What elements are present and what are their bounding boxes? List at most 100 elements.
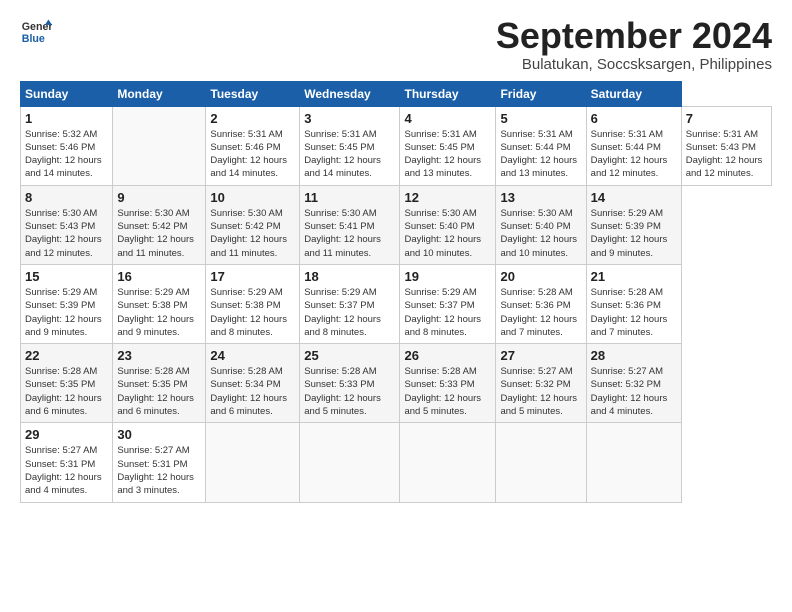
day-info: Sunrise: 5:29 AMSunset: 5:37 PMDaylight:…: [304, 286, 395, 339]
day-cell: 29 Sunrise: 5:27 AMSunset: 5:31 PMDayligh…: [21, 423, 113, 502]
day-number: 30: [117, 427, 201, 442]
day-info: Sunrise: 5:27 AMSunset: 5:32 PMDaylight:…: [500, 365, 581, 418]
day-info: Sunrise: 5:31 AMSunset: 5:45 PMDaylight:…: [304, 128, 395, 181]
day-info: Sunrise: 5:29 AMSunset: 5:39 PMDaylight:…: [591, 207, 677, 260]
day-cell: 26 Sunrise: 5:28 AMSunset: 5:33 PMDayligh…: [400, 344, 496, 423]
day-cell: 19Sunrise: 5:29 AMSunset: 5:37 PMDayligh…: [400, 264, 496, 343]
day-number: 12: [404, 190, 491, 205]
day-info: Sunrise: 5:32 AMSunset: 5:46 PMDaylight:…: [25, 128, 108, 181]
day-info: Sunrise: 5:29 AMSunset: 5:37 PMDaylight:…: [404, 286, 491, 339]
day-cell: 23 Sunrise: 5:28 AMSunset: 5:35 PMDayligh…: [113, 344, 206, 423]
day-info: Sunrise: 5:31 AMSunset: 5:44 PMDaylight:…: [591, 128, 677, 181]
header-thursday: Thursday: [400, 81, 496, 106]
day-info: Sunrise: 5:29 AMSunset: 5:39 PMDaylight:…: [25, 286, 108, 339]
day-cell: 11 Sunrise: 5:30 AMSunset: 5:41 PMDayligh…: [300, 185, 400, 264]
day-info: Sunrise: 5:28 AMSunset: 5:35 PMDaylight:…: [117, 365, 201, 418]
day-cell: 22Sunrise: 5:28 AMSunset: 5:35 PMDayligh…: [21, 344, 113, 423]
day-number: 24: [210, 348, 295, 363]
week-row-5: 29 Sunrise: 5:27 AMSunset: 5:31 PMDayligh…: [21, 423, 772, 502]
day-info: Sunrise: 5:30 AMSunset: 5:42 PMDaylight:…: [117, 207, 201, 260]
day-number: 6: [591, 111, 677, 126]
day-number: 7: [686, 111, 767, 126]
day-info: Sunrise: 5:30 AMSunset: 5:41 PMDaylight:…: [304, 207, 395, 260]
day-cell: [206, 423, 300, 502]
day-cell: 28Sunrise: 5:27 AMSunset: 5:32 PMDayligh…: [586, 344, 681, 423]
day-number: 15: [25, 269, 108, 284]
day-number: 27: [500, 348, 581, 363]
logo-icon: General Blue: [20, 16, 52, 48]
day-info: Sunrise: 5:31 AMSunset: 5:45 PMDaylight:…: [404, 128, 491, 181]
day-number: 4: [404, 111, 491, 126]
week-row-3: 15 Sunrise: 5:29 AMSunset: 5:39 PMDayligh…: [21, 264, 772, 343]
header-friday: Friday: [496, 81, 586, 106]
day-cell: 6 Sunrise: 5:31 AMSunset: 5:44 PMDaylight…: [586, 106, 681, 185]
day-info: Sunrise: 5:30 AMSunset: 5:40 PMDaylight:…: [404, 207, 491, 260]
header-tuesday: Tuesday: [206, 81, 300, 106]
day-cell: 7 Sunrise: 5:31 AMSunset: 5:43 PMDaylight…: [681, 106, 771, 185]
day-info: Sunrise: 5:30 AMSunset: 5:42 PMDaylight:…: [210, 207, 295, 260]
location-title: Bulatukan, Soccsksargen, Philippines: [496, 56, 772, 73]
day-number: 21: [591, 269, 677, 284]
day-cell: 27 Sunrise: 5:27 AMSunset: 5:32 PMDayligh…: [496, 344, 586, 423]
day-cell: [113, 106, 206, 185]
day-number: 11: [304, 190, 395, 205]
day-info: Sunrise: 5:31 AMSunset: 5:44 PMDaylight:…: [500, 128, 581, 181]
month-title: September 2024: [496, 16, 772, 56]
day-info: Sunrise: 5:30 AMSunset: 5:40 PMDaylight:…: [500, 207, 581, 260]
day-info: Sunrise: 5:28 AMSunset: 5:36 PMDaylight:…: [591, 286, 677, 339]
day-info: Sunrise: 5:28 AMSunset: 5:33 PMDaylight:…: [404, 365, 491, 418]
day-cell: 9 Sunrise: 5:30 AMSunset: 5:42 PMDaylight…: [113, 185, 206, 264]
day-cell: [400, 423, 496, 502]
day-cell: 12 Sunrise: 5:30 AMSunset: 5:40 PMDayligh…: [400, 185, 496, 264]
day-number: 5: [500, 111, 581, 126]
weekday-header-row: Sunday Monday Tuesday Wednesday Thursday…: [21, 81, 772, 106]
day-number: 17: [210, 269, 295, 284]
day-cell: [496, 423, 586, 502]
day-cell: 2 Sunrise: 5:31 AMSunset: 5:46 PMDaylight…: [206, 106, 300, 185]
day-number: 26: [404, 348, 491, 363]
header-monday: Monday: [113, 81, 206, 106]
day-cell: 14 Sunrise: 5:29 AMSunset: 5:39 PMDayligh…: [586, 185, 681, 264]
week-row-1: 1 Sunrise: 5:32 AMSunset: 5:46 PMDaylight…: [21, 106, 772, 185]
day-number: 18: [304, 269, 395, 284]
day-number: 14: [591, 190, 677, 205]
day-cell: 4 Sunrise: 5:31 AMSunset: 5:45 PMDaylight…: [400, 106, 496, 185]
day-number: 29: [25, 427, 108, 442]
day-number: 23: [117, 348, 201, 363]
header-wednesday: Wednesday: [300, 81, 400, 106]
day-number: 2: [210, 111, 295, 126]
day-cell: 18 Sunrise: 5:29 AMSunset: 5:37 PMDayligh…: [300, 264, 400, 343]
day-info: Sunrise: 5:28 AMSunset: 5:34 PMDaylight:…: [210, 365, 295, 418]
day-cell: [300, 423, 400, 502]
header-sunday: Sunday: [21, 81, 113, 106]
day-cell: 25 Sunrise: 5:28 AMSunset: 5:33 PMDayligh…: [300, 344, 400, 423]
day-cell: 30Sunrise: 5:27 AMSunset: 5:31 PMDayligh…: [113, 423, 206, 502]
day-cell: [586, 423, 681, 502]
day-info: Sunrise: 5:27 AMSunset: 5:31 PMDaylight:…: [25, 444, 108, 497]
day-cell: 10Sunrise: 5:30 AMSunset: 5:42 PMDayligh…: [206, 185, 300, 264]
day-info: Sunrise: 5:31 AMSunset: 5:46 PMDaylight:…: [210, 128, 295, 181]
day-info: Sunrise: 5:28 AMSunset: 5:36 PMDaylight:…: [500, 286, 581, 339]
day-info: Sunrise: 5:31 AMSunset: 5:43 PMDaylight:…: [686, 128, 767, 181]
day-number: 1: [25, 111, 108, 126]
day-number: 8: [25, 190, 108, 205]
day-1: 1 Sunrise: 5:32 AMSunset: 5:46 PMDaylight…: [21, 106, 113, 185]
day-info: Sunrise: 5:28 AMSunset: 5:33 PMDaylight:…: [304, 365, 395, 418]
week-row-2: 8 Sunrise: 5:30 AMSunset: 5:43 PMDaylight…: [21, 185, 772, 264]
day-number: 13: [500, 190, 581, 205]
day-number: 16: [117, 269, 201, 284]
day-number: 25: [304, 348, 395, 363]
day-number: 28: [591, 348, 677, 363]
day-info: Sunrise: 5:30 AMSunset: 5:43 PMDaylight:…: [25, 207, 108, 260]
day-cell: 16Sunrise: 5:29 AMSunset: 5:38 PMDayligh…: [113, 264, 206, 343]
day-info: Sunrise: 5:28 AMSunset: 5:35 PMDaylight:…: [25, 365, 108, 418]
week-row-4: 22Sunrise: 5:28 AMSunset: 5:35 PMDayligh…: [21, 344, 772, 423]
day-number: 3: [304, 111, 395, 126]
day-cell: 20 Sunrise: 5:28 AMSunset: 5:36 PMDayligh…: [496, 264, 586, 343]
day-cell: 24 Sunrise: 5:28 AMSunset: 5:34 PMDayligh…: [206, 344, 300, 423]
day-info: Sunrise: 5:29 AMSunset: 5:38 PMDaylight:…: [210, 286, 295, 339]
logo: General Blue: [20, 16, 52, 48]
title-area: September 2024 Bulatukan, Soccsksargen, …: [496, 16, 772, 73]
day-number: 20: [500, 269, 581, 284]
day-number: 9: [117, 190, 201, 205]
